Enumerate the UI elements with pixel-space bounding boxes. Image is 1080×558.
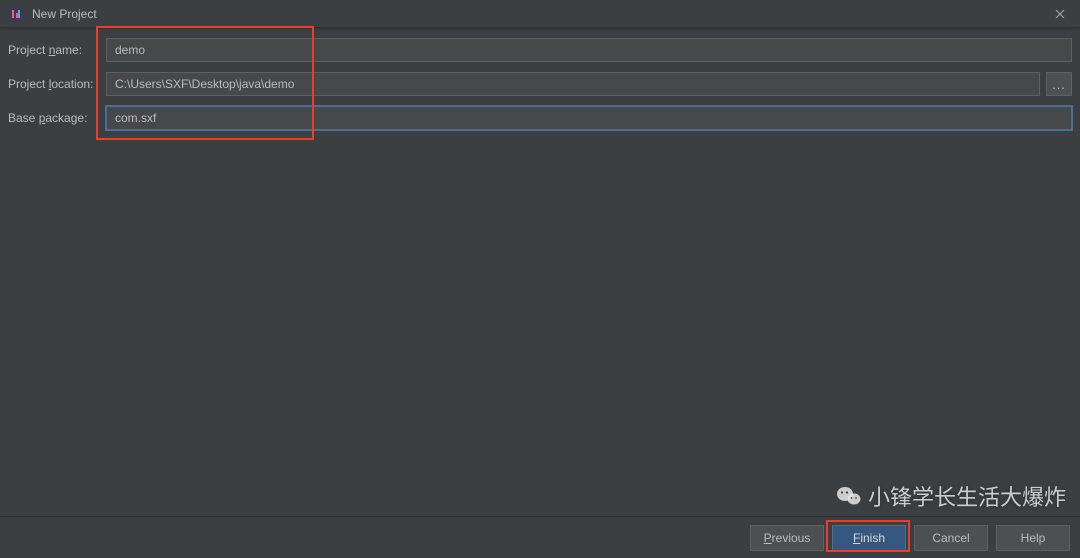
close-icon <box>1055 9 1065 19</box>
button-bar: Previous Finish Cancel Help <box>0 516 1080 558</box>
form: Project name: Project location: ... Base… <box>0 28 1080 130</box>
project-location-row: Project location: ... <box>8 72 1072 96</box>
project-location-input[interactable] <box>106 72 1040 96</box>
window-title: New Project <box>32 7 97 21</box>
browse-button[interactable]: ... <box>1046 72 1072 96</box>
cancel-button[interactable]: Cancel <box>914 525 988 551</box>
base-package-input[interactable] <box>106 106 1072 130</box>
help-button[interactable]: Help <box>996 525 1070 551</box>
watermark-text: 小锋学长生活大爆炸 <box>868 480 1066 512</box>
project-name-row: Project name: <box>8 38 1072 62</box>
close-button[interactable] <box>1048 2 1072 26</box>
project-name-label: Project name: <box>8 43 106 57</box>
previous-button[interactable]: Previous <box>750 525 824 551</box>
watermark: 小锋学长生活大爆炸 <box>836 480 1066 512</box>
project-name-input[interactable] <box>106 38 1072 62</box>
titlebar: New Project <box>0 0 1080 28</box>
base-package-row: Base package: <box>8 106 1072 130</box>
app-icon <box>8 6 24 22</box>
project-location-label: Project location: <box>8 77 106 91</box>
finish-button[interactable]: Finish <box>832 525 906 551</box>
wechat-icon <box>836 485 862 507</box>
base-package-label: Base package: <box>8 111 106 125</box>
